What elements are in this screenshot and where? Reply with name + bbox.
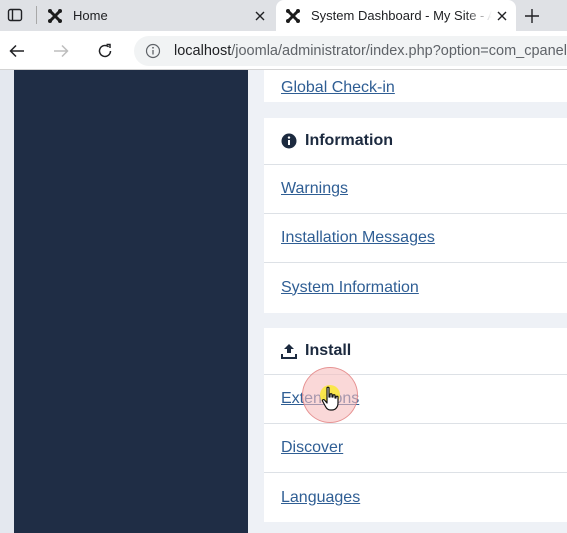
installation-messages-link[interactable]: Installation Messages <box>281 229 435 247</box>
joomla-favicon-icon <box>47 8 63 24</box>
list-item: Languages <box>264 473 567 522</box>
main-content: Global Check-in Information Warnings Ins… <box>248 70 567 533</box>
install-title: Install <box>305 342 352 359</box>
tab-title: System Dashboard - My Site - Administrat… <box>311 8 492 23</box>
url-host: localhost <box>174 43 232 59</box>
information-card-header: Information <box>264 118 567 165</box>
maintenance-card: Global Check-in <box>264 70 567 102</box>
global-check-in-link[interactable]: Global Check-in <box>281 79 395 97</box>
languages-link[interactable]: Languages <box>281 489 360 507</box>
system-information-link[interactable]: System Information <box>281 279 419 297</box>
joomla-favicon-icon <box>285 8 301 24</box>
list-item: Warnings <box>264 165 567 214</box>
upload-icon <box>281 343 297 359</box>
browser-toolbar: localhost/joomla/administrator/index.php… <box>0 31 567 70</box>
tab-actions-icon[interactable] <box>4 5 26 25</box>
list-item: System Information <box>264 263 567 312</box>
information-title: Information <box>305 132 393 149</box>
install-card: Install Extensions Discover Languages <box>264 328 567 522</box>
new-tab-icon[interactable] <box>520 4 544 28</box>
install-card-header: Install <box>264 328 567 375</box>
browser-tab-strip: Home System Dashboard - My Site - Admini… <box>0 0 567 31</box>
close-tab-icon[interactable] <box>492 6 512 26</box>
address-bar[interactable]: localhost/joomla/administrator/index.php… <box>134 36 567 66</box>
list-item: Global Check-in <box>264 70 567 102</box>
forward-arrow-icon[interactable] <box>47 37 75 65</box>
list-item: Installation Messages <box>264 214 567 263</box>
warnings-link[interactable]: Warnings <box>281 180 348 198</box>
tab-separator <box>36 6 37 24</box>
tab-home[interactable]: Home <box>38 0 274 31</box>
discover-link[interactable]: Discover <box>281 439 343 457</box>
close-tab-icon[interactable] <box>250 6 270 26</box>
information-card: Information Warnings Installation Messag… <box>264 118 567 313</box>
tab-system-dashboard[interactable]: System Dashboard - My Site - Administrat… <box>276 0 516 31</box>
tab-title: Home <box>73 8 108 23</box>
list-item: Discover <box>264 424 567 473</box>
back-arrow-icon[interactable] <box>3 37 31 65</box>
admin-sidebar <box>14 70 248 533</box>
hand-pointer-icon <box>320 386 342 412</box>
url-path: /joomla/administrator/index.php?option=c… <box>231 43 567 59</box>
page-viewport: Global Check-in Information Warnings Ins… <box>0 70 567 533</box>
site-info-icon[interactable] <box>145 42 161 60</box>
url-text: localhost/joomla/administrator/index.php… <box>174 43 567 59</box>
page-left-edge <box>0 70 14 533</box>
reload-icon[interactable] <box>91 37 119 65</box>
info-circle-icon <box>281 133 297 149</box>
